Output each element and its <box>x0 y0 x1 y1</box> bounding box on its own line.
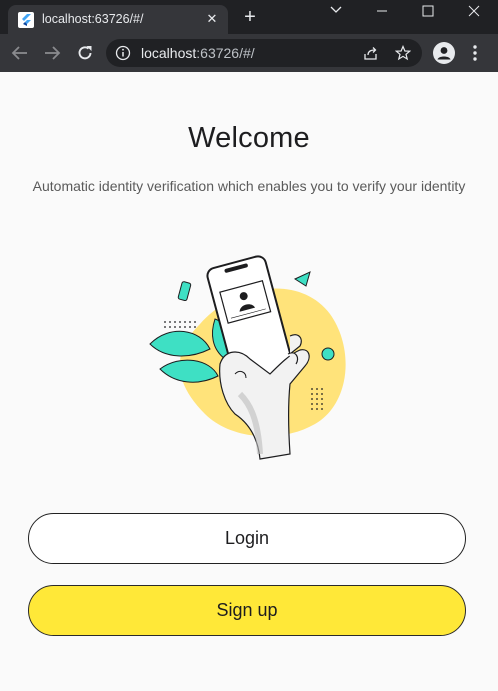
signup-button[interactable]: Sign up <box>28 585 466 636</box>
reload-icon[interactable] <box>75 43 95 63</box>
back-arrow-icon[interactable] <box>10 43 30 63</box>
window-maximize-icon[interactable] <box>406 0 452 26</box>
browser-tab[interactable]: localhost:63726/#/ ✕ <box>8 5 228 34</box>
url-host: localhost <box>141 45 197 61</box>
flutter-icon <box>18 12 34 28</box>
browser-toolbar: localhost:63726/#/ <box>0 34 498 72</box>
kebab-menu-icon[interactable] <box>470 43 480 68</box>
forward-arrow-icon[interactable] <box>42 43 62 63</box>
page-title: Welcome <box>188 122 310 154</box>
tab-search-chevron-down-icon[interactable] <box>314 0 360 26</box>
window-close-icon[interactable] <box>452 0 498 26</box>
tab-title: localhost:63726/#/ <box>42 12 144 26</box>
login-button[interactable]: Login <box>28 513 466 564</box>
new-tab-plus-icon[interactable]: + <box>240 7 260 27</box>
profile-icon[interactable] <box>433 42 455 64</box>
welcome-page: Welcome Automatic identity verification … <box>0 72 498 691</box>
url-path: :63726/#/ <box>196 45 255 61</box>
window-minimize-icon[interactable] <box>360 0 406 26</box>
share-icon[interactable] <box>363 45 379 61</box>
identity-verification-illustration <box>149 255 346 460</box>
page-subtitle: Automatic identity verification which en… <box>32 178 466 194</box>
close-tab-icon[interactable]: ✕ <box>204 11 220 27</box>
address-bar[interactable]: localhost:63726/#/ <box>106 39 422 67</box>
bookmark-star-icon[interactable] <box>395 45 411 61</box>
info-icon[interactable] <box>115 45 131 61</box>
browser-tab-bar: localhost:63726/#/ ✕ + <box>0 0 498 34</box>
url-text[interactable]: localhost:63726/#/ <box>141 45 255 61</box>
